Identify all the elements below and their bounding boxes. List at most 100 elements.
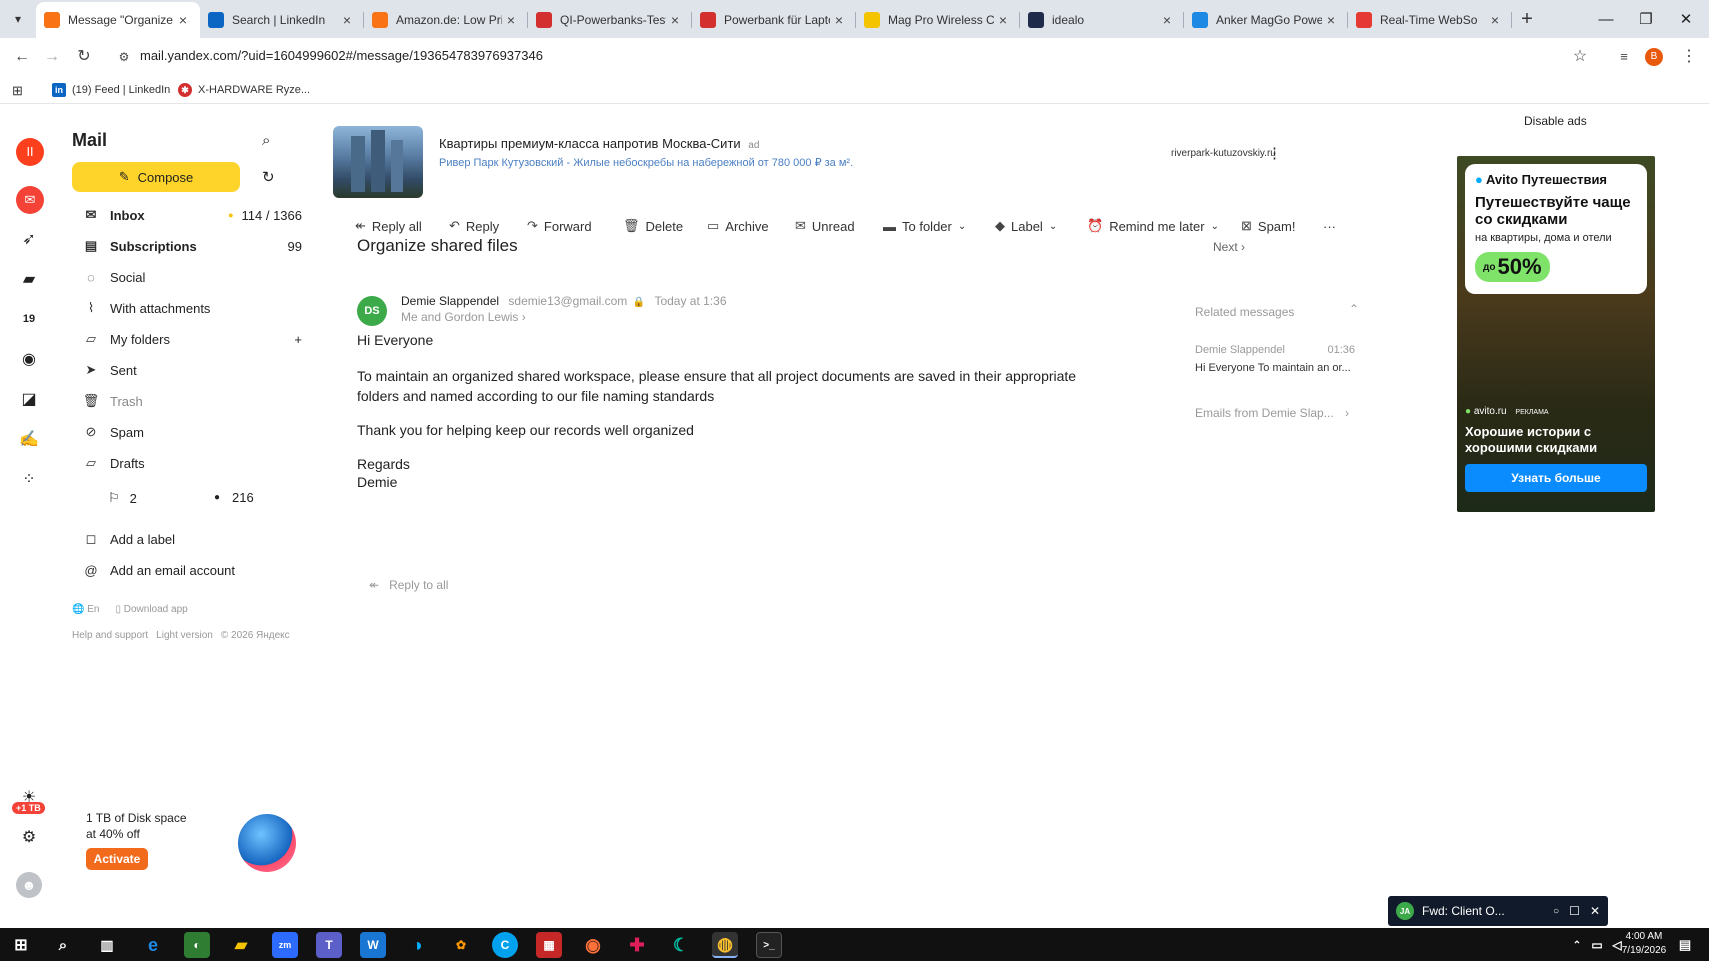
language-link[interactable]: 🌐 En: [72, 604, 99, 615]
avito-ad-card[interactable]: ● Avito Путешествия Путешествуйте чаще с…: [1457, 156, 1655, 512]
mail-app-icon[interactable]: ✉: [16, 186, 44, 214]
activate-button[interactable]: Activate: [86, 848, 148, 870]
browser-tab[interactable]: Amazon.de: Low Price×: [364, 2, 528, 38]
site-info-icon[interactable]: ⚙: [112, 46, 136, 68]
reply-to-all-button[interactable]: ↞ Reply to all: [369, 578, 448, 592]
tab-close-icon[interactable]: ×: [338, 12, 356, 28]
next-message-link[interactable]: Next ›: [1213, 240, 1245, 254]
url-field[interactable]: mail.yandex.com/?uid=1604999602#/message…: [140, 48, 543, 63]
notification-close-icon[interactable]: ✕: [1590, 904, 1600, 918]
remote-desktop-icon[interactable]: ☾: [668, 932, 694, 958]
chrome-icon[interactable]: ◍: [712, 932, 738, 958]
bookmark-star-icon[interactable]: ☆: [1568, 46, 1592, 68]
media-control-icon[interactable]: ≡: [1612, 46, 1636, 68]
notes-icon[interactable]: ◪: [16, 386, 42, 412]
tab-search-menu-icon[interactable]: ▾: [0, 0, 36, 38]
ad-banner-image[interactable]: [333, 126, 423, 198]
folder-trash[interactable]: 🗑 Trash: [82, 387, 302, 415]
new-tab-button[interactable]: +: [1512, 2, 1542, 38]
telemost-icon[interactable]: ◉: [16, 346, 42, 372]
delete-button[interactable]: 🗑 Delete: [623, 214, 683, 238]
sender-avatar[interactable]: DS: [357, 296, 387, 326]
ad-cta-button[interactable]: Узнать больше: [1465, 464, 1647, 492]
slack-icon[interactable]: ✚: [624, 932, 650, 958]
file-explorer-icon[interactable]: ▰: [228, 932, 254, 958]
internet-explorer-icon[interactable]: e: [140, 932, 166, 958]
tab-close-icon[interactable]: ×: [1158, 12, 1176, 28]
forms-icon[interactable]: ✍: [16, 426, 42, 452]
browser-tab[interactable]: Powerbank für Laptop ×: [692, 2, 856, 38]
cortana-icon[interactable]: C: [492, 932, 518, 958]
reply-button[interactable]: ↶ Reply: [449, 214, 499, 238]
bookmarked-filter[interactable]: ⚐ 2: [108, 490, 137, 506]
terminal-icon[interactable]: >_: [756, 932, 782, 958]
emails-from-sender-link[interactable]: Emails from Demie Slap... ›: [1195, 406, 1349, 420]
download-app-link[interactable]: ▯ Download app: [115, 604, 187, 615]
messenger-icon[interactable]: ➶: [16, 226, 42, 252]
sender-name[interactable]: Demie Slappendel: [401, 294, 499, 308]
label-button[interactable]: ◆ Label ⌄: [995, 214, 1057, 238]
tab-close-icon[interactable]: ×: [1322, 12, 1340, 28]
browser-tab[interactable]: idealo ×: [1020, 2, 1184, 38]
notification-pin-icon[interactable]: ○: [1553, 906, 1559, 917]
taskbar-clock[interactable]: 4:00 AM 7/19/2026: [1614, 930, 1674, 958]
reload-icon[interactable]: ↻: [72, 46, 96, 68]
forward-icon[interactable]: →: [40, 46, 64, 68]
back-icon[interactable]: ←: [10, 46, 34, 68]
word-icon[interactable]: W: [360, 932, 386, 958]
teams-icon[interactable]: T: [316, 932, 342, 958]
tab-close-icon[interactable]: ×: [1486, 12, 1504, 28]
disable-ads-link[interactable]: Disable ads: [1524, 114, 1587, 128]
folder-spam[interactable]: ⊘ Spam: [82, 418, 302, 446]
spam-button[interactable]: ⊠ Spam!: [1241, 214, 1295, 238]
yandex-logo-icon[interactable]: ⅠⅠ: [16, 138, 44, 166]
edge-icon[interactable]: ◑: [404, 932, 430, 958]
collapse-icon[interactable]: ⌃: [1349, 302, 1359, 316]
chat-notification[interactable]: JA Fwd: Client O... ○ ☐ ✕: [1388, 896, 1608, 926]
remind-later-button[interactable]: ⏰ Remind me later ⌄: [1087, 214, 1219, 238]
tab-close-icon[interactable]: ×: [174, 12, 192, 28]
ad-banner-title[interactable]: Квартиры премиум-класса напротив Москва-…: [439, 136, 759, 151]
taskbar-search-icon[interactable]: ⌕: [50, 932, 76, 958]
tab-close-icon[interactable]: ×: [830, 12, 848, 28]
related-messages-header[interactable]: Related messages: [1195, 305, 1294, 319]
reply-all-button[interactable]: ↞ Reply all: [355, 214, 422, 238]
browser-tab[interactable]: Real-Time WebSo ×: [1348, 2, 1512, 38]
ad-banner-subtitle[interactable]: Ривер Парк Кутузовский - Жилые небоскреб…: [439, 156, 853, 169]
calendar-icon[interactable]: 19: [16, 306, 42, 332]
action-center-icon[interactable]: ▤: [1672, 932, 1698, 958]
folder-my-folders[interactable]: ▱ My folders +: [82, 325, 302, 353]
folder-sent[interactable]: ➤ Sent: [82, 356, 302, 384]
search-icon[interactable]: ⌕: [262, 132, 270, 149]
to-folder-button[interactable]: ▬ To folder ⌄: [883, 214, 966, 238]
bookmark-linkedin-feed[interactable]: in (19) Feed | LinkedIn: [52, 83, 170, 97]
sender-email[interactable]: sdemie13@gmail.com: [508, 294, 627, 308]
task-view-icon[interactable]: ▥: [94, 932, 120, 958]
tab-close-icon[interactable]: ×: [666, 12, 684, 28]
help-link[interactable]: Help and support: [72, 630, 148, 641]
more-actions-button[interactable]: ···: [1323, 214, 1336, 238]
archive-button[interactable]: ▭ Archive: [707, 214, 769, 238]
add-account-link[interactable]: @ Add an email account: [82, 556, 302, 584]
folder-drafts[interactable]: ▱ Drafts: [82, 449, 302, 477]
disk-icon[interactable]: ▰: [16, 266, 42, 292]
chat-app-icon[interactable]: ◐: [184, 932, 210, 958]
browser-tab[interactable]: Anker MagGo Power ×: [1184, 2, 1348, 38]
folder-subscriptions[interactable]: ▤ Subscriptions 99: [82, 232, 302, 260]
minimize-icon[interactable]: —: [1586, 0, 1626, 38]
restore-icon[interactable]: ❐: [1626, 0, 1666, 38]
unread-button[interactable]: ✉ Unread: [795, 214, 855, 238]
folder-with-attachments[interactable]: ⌇ With attachments: [82, 294, 302, 322]
apps-grid-icon[interactable]: ⊞: [12, 83, 23, 99]
paint-icon[interactable]: ✿: [448, 932, 474, 958]
recipients-link[interactable]: Me and Gordon Lewis ›: [401, 310, 526, 324]
unread-filter[interactable]: ● 216: [214, 490, 254, 505]
browser-tab[interactable]: Search | LinkedIn ×: [200, 2, 364, 38]
firefox-icon[interactable]: ◉: [580, 932, 606, 958]
compose-button[interactable]: ✎ Compose: [72, 162, 240, 192]
folder-social[interactable]: ◌ Social: [82, 263, 302, 291]
browser-tab[interactable]: Mag Pro Wireless Car ×: [856, 2, 1020, 38]
windows-start-icon[interactable]: ⊞: [8, 932, 34, 958]
browser-menu-icon[interactable]: ⋮: [1677, 46, 1701, 68]
profile-avatar[interactable]: B: [1645, 48, 1663, 66]
